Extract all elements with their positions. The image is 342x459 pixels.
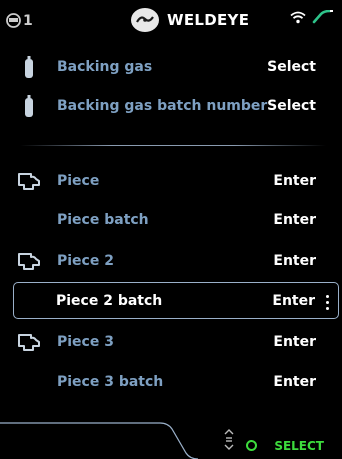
- enter-action[interactable]: Enter: [273, 253, 316, 269]
- torch-icon: [312, 10, 333, 24]
- piece-icon: [17, 253, 40, 270]
- list-item-piece-2[interactable]: Piece 2 Enter: [0, 241, 342, 281]
- device-icon: [6, 13, 21, 28]
- list-item-piece-3-batch[interactable]: Piece 3 batch Enter: [0, 362, 342, 402]
- list-item-backing-gas[interactable]: Backing gas Select: [0, 47, 342, 87]
- list-item-piece[interactable]: Piece Enter: [0, 161, 342, 201]
- status-bar: 1 WELDEYE: [0, 0, 342, 40]
- select-action[interactable]: Select: [267, 98, 316, 114]
- brand-logo-icon: [131, 8, 159, 32]
- more-options-icon[interactable]: [326, 295, 329, 310]
- list-item-piece-3[interactable]: Piece 3 Enter: [0, 322, 342, 362]
- enter-action[interactable]: Enter: [273, 374, 316, 390]
- brand-name: WELDEYE: [167, 11, 250, 29]
- piece-icon: [17, 334, 40, 351]
- scroll-up-down-icon: [224, 429, 234, 450]
- select-button[interactable]: SELECT: [274, 439, 324, 453]
- enter-action[interactable]: Enter: [273, 212, 316, 228]
- wifi-icon: [290, 11, 306, 23]
- select-indicator-icon: [246, 440, 257, 451]
- piece-icon: [17, 173, 40, 190]
- section-divider: [20, 145, 326, 146]
- bottom-bar: SELECT: [0, 413, 342, 459]
- gas-bottle-icon: [24, 56, 33, 78]
- status-count: 1: [23, 12, 33, 29]
- enter-action[interactable]: Enter: [272, 293, 315, 309]
- list-item-backing-gas-batch-number[interactable]: Backing gas batch number Select: [0, 86, 342, 126]
- enter-action[interactable]: Enter: [273, 173, 316, 189]
- brand-header: WELDEYE: [131, 8, 249, 32]
- enter-action[interactable]: Enter: [273, 334, 316, 350]
- list-item-piece-batch[interactable]: Piece batch Enter: [0, 200, 342, 240]
- status-right: [290, 10, 334, 24]
- select-action[interactable]: Select: [267, 59, 316, 75]
- status-left: 1: [5, 12, 33, 29]
- list-item-piece-2-batch[interactable]: Piece 2 batch Enter: [13, 282, 339, 319]
- gas-bottle-icon: [24, 95, 33, 117]
